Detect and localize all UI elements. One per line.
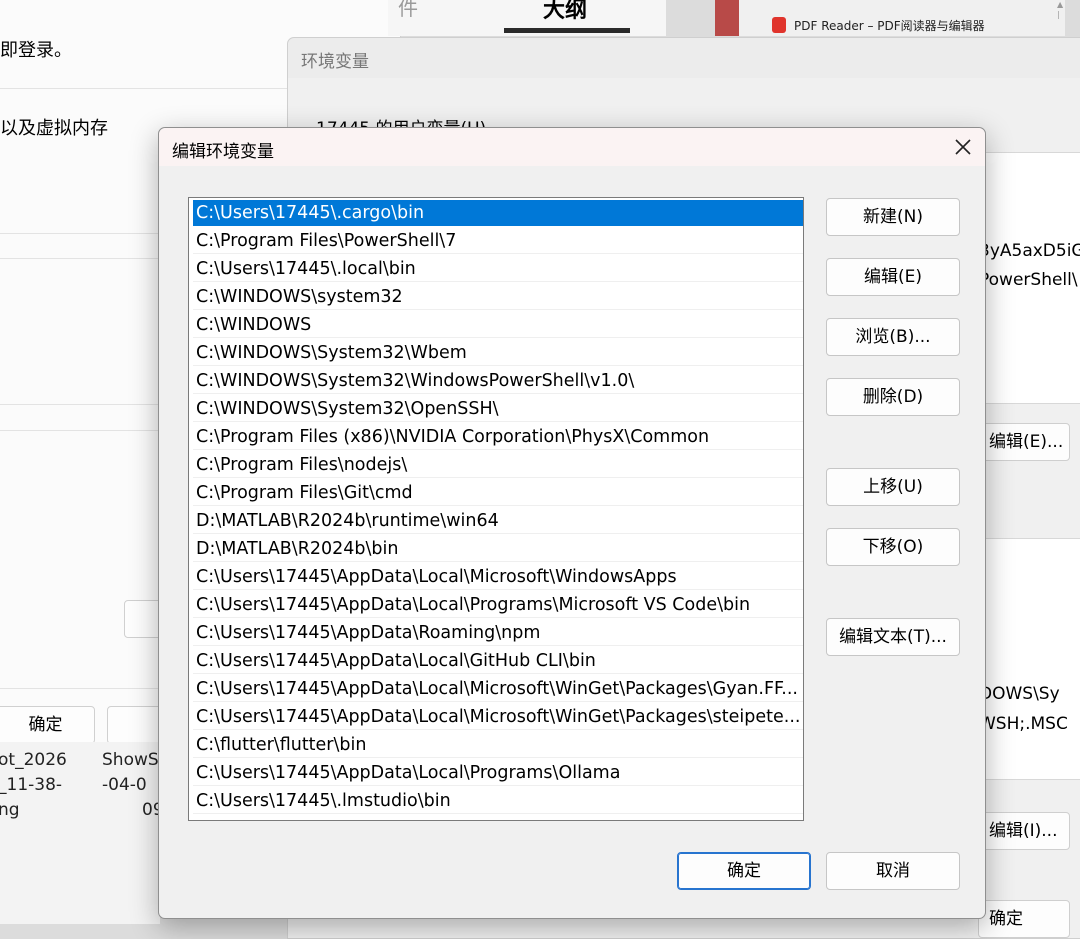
env-ok-button[interactable]: 确定 bbox=[978, 900, 1070, 938]
path-list-item[interactable]: C:\Program Files\PowerShell\7 bbox=[193, 228, 803, 254]
env-edit-system-button[interactable]: 编辑(I)... bbox=[978, 812, 1070, 850]
pdf-reader-thumbnail[interactable]: PDF Reader – PDF阅读器与编辑器 ▲ | bbox=[715, 0, 1065, 36]
close-button[interactable] bbox=[947, 131, 979, 163]
move-down-button[interactable]: 下移(O) bbox=[826, 528, 960, 566]
path-list-item[interactable]: C:\Program Files\Git\cmd bbox=[193, 480, 803, 506]
env-edit-button[interactable]: 编辑(E)... bbox=[978, 423, 1070, 461]
path-list-item[interactable]: C:\flutter\flutter\bin bbox=[193, 732, 803, 758]
virtual-memory-text: 以及虚拟内存 bbox=[0, 118, 108, 139]
path-list-item[interactable]: C:\Users\17445\.local\bin bbox=[193, 256, 803, 282]
browse-button[interactable]: 浏览(B)... bbox=[826, 318, 960, 356]
path-list-item[interactable]: C:\Users\17445\AppData\Local\Programs\Ol… bbox=[193, 760, 803, 786]
path-list-item[interactable]: C:\WINDOWS\system32 bbox=[193, 284, 803, 310]
thumbnail-image bbox=[715, 0, 739, 36]
edit-environment-variable-dialog: 编辑环境变量 C:\Users\17445\.cargo\bin C:\Progr… bbox=[158, 127, 986, 919]
file-name-line: _11-38- bbox=[0, 775, 63, 795]
file-name-line: -04-0 bbox=[102, 775, 147, 795]
file-explorer-strip: ot_2026 _11-38- ng ShowS -04-0 09 bbox=[0, 742, 164, 924]
active-tab-indicator bbox=[504, 28, 630, 33]
pdf-reader-icon bbox=[772, 17, 786, 33]
path-list-item[interactable]: D:\MATLAB\R2024b\runtime\win64 bbox=[193, 508, 803, 534]
path-list-item[interactable]: C:\Users\17445\.lmstudio\bin bbox=[193, 788, 803, 814]
path-list-item[interactable]: C:\Users\17445\AppData\Local\Microsoft\W… bbox=[193, 564, 803, 590]
path-list-item[interactable]: C:\Program Files (x86)\NVIDIA Corporatio… bbox=[193, 424, 803, 450]
path-list-item[interactable]: D:\MATLAB\R2024b\bin bbox=[193, 536, 803, 562]
delete-button[interactable]: 删除(D) bbox=[826, 378, 960, 416]
file-name-line: ShowS bbox=[102, 750, 159, 770]
background-ok-button[interactable]: 确定 bbox=[0, 706, 95, 744]
system-variables-list[interactable]: DOWS\Sy WSH;.MSC bbox=[979, 538, 1080, 780]
close-icon bbox=[955, 139, 971, 155]
path-list-item[interactable]: C:\Users\17445\AppData\Local\GitHub CLI\… bbox=[193, 648, 803, 674]
variable-value: PowerShell\ bbox=[979, 270, 1078, 290]
pdf-reader-title: PDF Reader – PDF阅读器与编辑器 bbox=[794, 19, 985, 33]
path-list-item[interactable]: C:\WINDOWS\System32\OpenSSH\ bbox=[193, 396, 803, 422]
login-text: 即登录。 bbox=[0, 40, 72, 61]
edit-text-button[interactable]: 编辑文本(T)... bbox=[826, 618, 960, 656]
move-up-button[interactable]: 上移(U) bbox=[826, 468, 960, 506]
dialog-titlebar: 编辑环境变量 bbox=[159, 128, 985, 166]
path-list-item[interactable]: C:\Users\17445\AppData\Local\Microsoft\W… bbox=[193, 704, 803, 730]
cancel-button[interactable]: 取消 bbox=[826, 852, 960, 890]
variable-value: DOWS\Sy bbox=[979, 684, 1060, 704]
path-list-item[interactable]: C:\Users\17445\AppData\Roaming\npm bbox=[193, 620, 803, 646]
path-list-item[interactable]: C:\Users\17445\.cargo\bin bbox=[193, 200, 803, 226]
variable-value: 3yA5axD5iG bbox=[979, 241, 1080, 261]
path-list-item[interactable]: C:\WINDOWS\System32\Wbem bbox=[193, 340, 803, 366]
edit-button[interactable]: 编辑(E) bbox=[826, 258, 960, 296]
path-list-item[interactable]: C:\Users\17445\AppData\Local\Programs\Mi… bbox=[193, 592, 803, 618]
path-list-item[interactable]: C:\Program Files\nodejs\ bbox=[193, 452, 803, 478]
file-name-line: ng bbox=[0, 800, 20, 820]
ok-button[interactable]: 确定 bbox=[677, 852, 811, 890]
path-list-item[interactable]: C:\WINDOWS\System32\WindowsPowerShell\v1… bbox=[193, 368, 803, 394]
tab-files[interactable]: 件 bbox=[398, 0, 418, 21]
path-list-item[interactable]: C:\WINDOWS bbox=[193, 312, 803, 338]
path-list-item[interactable]: C:\Users\17445\AppData\Local\Microsoft\W… bbox=[193, 676, 803, 702]
scrollbar[interactable]: ▲ | bbox=[1057, 0, 1065, 36]
file-name-line: ot_2026 bbox=[0, 750, 67, 770]
path-list[interactable]: C:\Users\17445\.cargo\bin C:\Program File… bbox=[188, 197, 804, 821]
dialog-title: 编辑环境变量 bbox=[172, 142, 274, 162]
variable-value: WSH;.MSC bbox=[979, 714, 1068, 734]
outline-tab-strip: 件 大纲 bbox=[388, 0, 666, 36]
tab-outline[interactable]: 大纲 bbox=[543, 0, 587, 24]
user-variables-list[interactable]: 3yA5axD5iG PowerShell\ bbox=[979, 152, 1080, 404]
new-button[interactable]: 新建(N) bbox=[826, 198, 960, 236]
window-title: 环境变量 bbox=[301, 52, 369, 72]
